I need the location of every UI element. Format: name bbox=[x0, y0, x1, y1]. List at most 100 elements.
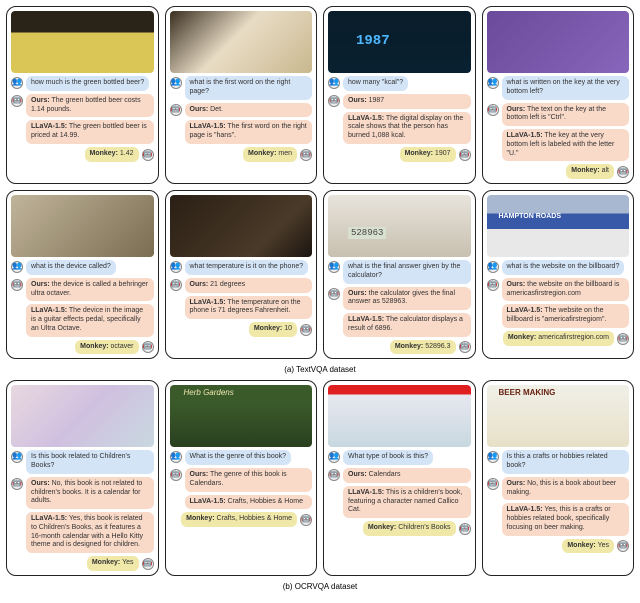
question-bubble: what temperature is it on the phone? bbox=[185, 260, 309, 275]
bot-icon bbox=[170, 469, 182, 481]
monkey-answer: Monkey: 10 bbox=[249, 322, 297, 337]
question-bubble: Is this a crafts or hobbies related book… bbox=[502, 450, 630, 474]
card-a-4: what is the device called? Ours: the dev… bbox=[6, 190, 159, 359]
card-a-2: how many "kcal"? Ours: 1987 LLaVA-1.5: T… bbox=[323, 6, 476, 184]
card-b-1: What is the genre of this book? Ours: Th… bbox=[165, 380, 318, 576]
llava-answer: LLaVA-1.5: The first word on the right p… bbox=[185, 120, 313, 144]
sample-image bbox=[487, 385, 630, 447]
llava-answer: LLaVA-1.5: The temperature on the phone … bbox=[185, 296, 313, 320]
llava-answer: LLaVA-1.5: This is a children's book, fe… bbox=[343, 486, 471, 518]
sample-image bbox=[170, 385, 313, 447]
bot-icon bbox=[459, 149, 471, 161]
caption-a: (a) TextVQA dataset bbox=[6, 365, 634, 374]
card-a-7: what is the website on the billboard? Ou… bbox=[482, 190, 635, 359]
bot-icon bbox=[459, 341, 471, 353]
user-icon bbox=[11, 77, 23, 89]
user-icon bbox=[328, 261, 340, 273]
user-icon bbox=[170, 77, 182, 89]
monkey-answer: Monkey: Children's Books bbox=[363, 521, 456, 536]
bot-icon bbox=[617, 333, 629, 345]
bot-icon bbox=[487, 279, 499, 291]
bot-icon bbox=[459, 523, 471, 535]
question-bubble: What type of book is this? bbox=[343, 450, 433, 465]
monkey-answer: Monkey: Crafts, Hobbies & Home bbox=[181, 512, 297, 527]
bot-icon bbox=[300, 324, 312, 336]
monkey-answer: Monkey: 1.42 bbox=[85, 147, 139, 162]
question-bubble: Is this book related to Children's Books… bbox=[26, 450, 154, 474]
bot-icon bbox=[170, 279, 182, 291]
ours-answer: Ours: 21 degrees bbox=[185, 278, 313, 293]
ours-answer: Ours: the device is called a behringer u… bbox=[26, 278, 154, 302]
ours-answer: Ours: No, this book is not related to ch… bbox=[26, 477, 154, 509]
llava-answer: LLaVA-1.5: The device in the image is a … bbox=[26, 304, 154, 336]
question-bubble: what is the first word on the right page… bbox=[185, 76, 313, 100]
bot-icon bbox=[617, 166, 629, 178]
sample-image bbox=[328, 385, 471, 447]
question-bubble: What is the genre of this book? bbox=[185, 450, 292, 465]
bot-icon bbox=[142, 558, 154, 570]
bot-icon bbox=[142, 341, 154, 353]
llava-answer: LLaVA-1.5: Crafts, Hobbies & Home bbox=[185, 495, 313, 510]
llava-answer: LLaVA-1.5: The digital display on the sc… bbox=[343, 112, 471, 144]
sample-image bbox=[328, 11, 471, 73]
user-icon bbox=[11, 261, 23, 273]
bot-icon bbox=[11, 95, 23, 107]
ours-answer: Ours: the website on the billboard is am… bbox=[502, 278, 630, 302]
user-icon bbox=[328, 451, 340, 463]
sample-image bbox=[11, 195, 154, 257]
user-icon bbox=[170, 451, 182, 463]
monkey-answer: Monkey: alt bbox=[566, 164, 614, 179]
sample-image bbox=[11, 11, 154, 73]
ours-answer: Ours: Det. bbox=[185, 103, 313, 118]
card-b-0: Is this book related to Children's Books… bbox=[6, 380, 159, 576]
caption-b: (b) OCRVQA dataset bbox=[6, 582, 634, 591]
sample-image bbox=[170, 11, 313, 73]
question-bubble: what is the website on the billboard? bbox=[502, 260, 625, 275]
ours-answer: Ours: No, this is a book about beer maki… bbox=[502, 477, 630, 501]
monkey-answer: Monkey: americafirstregion.com bbox=[503, 331, 614, 346]
row-b: Is this book related to Children's Books… bbox=[6, 380, 634, 576]
monkey-answer: Monkey: 1907 bbox=[400, 147, 456, 162]
bot-icon bbox=[170, 104, 182, 116]
bot-icon bbox=[11, 279, 23, 291]
ours-answer: Ours: The genre of this book is Calendar… bbox=[185, 468, 313, 492]
llava-answer: LLaVA-1.5: Yes, this is a crafts or hobb… bbox=[502, 503, 630, 535]
sample-image bbox=[487, 11, 630, 73]
ours-answer: Ours: The green bottled beer costs 1.14 … bbox=[26, 94, 154, 118]
card-a-3: what is written on the key at the very b… bbox=[482, 6, 635, 184]
ours-answer: Ours: Calendars bbox=[343, 468, 471, 483]
monkey-answer: Monkey: Yes bbox=[87, 556, 139, 571]
sample-image bbox=[328, 195, 471, 257]
bot-icon bbox=[142, 149, 154, 161]
question-bubble: how much is the green bottled beer? bbox=[26, 76, 149, 91]
llava-answer: LLaVA-1.5: The calculator displays a res… bbox=[343, 313, 471, 337]
card-a-0: how much is the green bottled beer? Ours… bbox=[6, 6, 159, 184]
llava-answer: LLaVA-1.5: The key at the very bottom le… bbox=[502, 129, 630, 161]
ours-answer: Ours: The text on the key at the bottom … bbox=[502, 103, 630, 127]
card-b-2: What type of book is this? Ours: Calenda… bbox=[323, 380, 476, 576]
bot-icon bbox=[328, 95, 340, 107]
bot-icon bbox=[328, 288, 340, 300]
card-b-3: Is this a crafts or hobbies related book… bbox=[482, 380, 635, 576]
monkey-answer: Monkey: men bbox=[243, 147, 297, 162]
user-icon bbox=[487, 451, 499, 463]
card-a-5: what temperature is it on the phone? Our… bbox=[165, 190, 318, 359]
figure-container: how much is the green bottled beer? Ours… bbox=[0, 0, 640, 603]
bot-icon bbox=[487, 104, 499, 116]
user-icon bbox=[487, 261, 499, 273]
monkey-answer: Monkey: octaver bbox=[75, 340, 138, 355]
ours-answer: Ours: 1987 bbox=[343, 94, 471, 109]
question-bubble: how many "kcal"? bbox=[343, 76, 408, 91]
sample-image bbox=[170, 195, 313, 257]
sample-image bbox=[487, 195, 630, 257]
bot-icon bbox=[300, 514, 312, 526]
row-a1: how much is the green bottled beer? Ours… bbox=[6, 6, 634, 184]
bot-icon bbox=[11, 478, 23, 490]
user-icon bbox=[487, 77, 499, 89]
question-bubble: what is written on the key at the very b… bbox=[502, 76, 630, 100]
bot-icon bbox=[300, 149, 312, 161]
user-icon bbox=[11, 451, 23, 463]
bot-icon bbox=[328, 469, 340, 481]
monkey-answer: Monkey: Yes bbox=[562, 539, 614, 554]
question-bubble: what is the final answer given by the ca… bbox=[343, 260, 471, 284]
